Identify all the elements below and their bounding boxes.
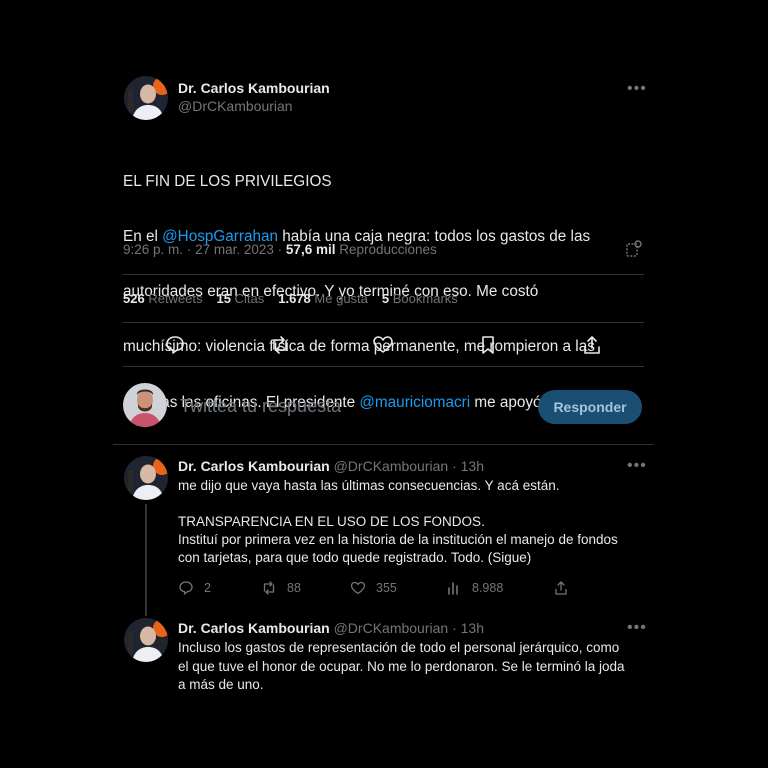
view-count: 8.988: [472, 581, 504, 595]
user-photo-icon: [123, 383, 167, 427]
quotes-stat[interactable]: 15 Citas: [217, 291, 265, 306]
retweets-stat[interactable]: 526 Retweets: [123, 291, 203, 306]
tweet-thread-panel: Dr. Carlos Kambourian @DrCKambourian •••…: [113, 66, 654, 706]
views-count: 57,6 mil: [285, 242, 336, 257]
heart-icon[interactable]: [372, 334, 394, 356]
reply-icon: [179, 581, 193, 595]
tweet-stats: 526 Retweets 15 Citas 1.678 Me gusta 5 B…: [123, 291, 458, 306]
author-photo-icon: [124, 76, 168, 120]
heart-icon: [350, 581, 366, 595]
author-name[interactable]: Dr. Carlos Kambourian: [178, 80, 330, 96]
divider: [123, 366, 644, 367]
thread-line: [145, 504, 147, 616]
reply-button[interactable]: Responder: [538, 390, 642, 424]
share-icon[interactable]: [581, 334, 603, 356]
retweet-count: 88: [287, 581, 301, 595]
like-action[interactable]: 355: [350, 580, 397, 596]
reply-text: me dijo que vaya hasta las últimas conse…: [178, 478, 618, 565]
retweet-icon[interactable]: [269, 334, 291, 356]
reply-action[interactable]: 2: [178, 580, 211, 596]
reply-age[interactable]: 13h: [461, 458, 484, 474]
analytics-icon[interactable]: [625, 240, 643, 258]
divider: [123, 274, 644, 275]
share-icon: [555, 581, 567, 595]
reply-author-handle[interactable]: @DrCKambourian: [334, 620, 449, 636]
views-bar-icon: [448, 582, 458, 595]
divider: [113, 444, 654, 445]
author-photo-icon: [124, 456, 168, 500]
retweet-icon: [263, 581, 275, 595]
reply-icon[interactable]: [164, 334, 186, 356]
reply-author-handle[interactable]: @DrCKambourian: [334, 458, 449, 474]
bookmarks-stat[interactable]: 5 Bookmarks: [382, 291, 458, 306]
likes-stat[interactable]: 1.678 Me gusta: [278, 291, 368, 306]
reply-input[interactable]: Twittea tu respuesta: [180, 396, 341, 417]
reply-age[interactable]: 13h: [461, 620, 484, 636]
divider: [123, 322, 644, 323]
reply-header: Dr. Carlos Kambourian @DrCKambourian · 1…: [178, 458, 484, 474]
views-action[interactable]: 8.988: [446, 580, 503, 596]
retweet-action[interactable]: 88: [261, 580, 301, 596]
reply-author-avatar[interactable]: [124, 456, 168, 500]
more-options-icon[interactable]: •••: [627, 81, 647, 97]
reply-count: 2: [204, 581, 211, 595]
reply-header: Dr. Carlos Kambourian @DrCKambourian · 1…: [178, 620, 484, 636]
views-label: Reproducciones: [339, 242, 437, 257]
more-options-icon[interactable]: •••: [627, 620, 647, 636]
more-options-icon[interactable]: •••: [627, 458, 647, 474]
user-avatar[interactable]: [123, 383, 167, 427]
reply-text: Incluso los gastos de representación de …: [178, 640, 625, 692]
tweet-date[interactable]: 27 mar. 2023: [195, 242, 274, 257]
share-action[interactable]: [553, 580, 569, 596]
author-avatar[interactable]: [124, 76, 168, 120]
like-count: 355: [376, 581, 397, 595]
tweet-meta: 9:26 p. m. · 27 mar. 2023 · 57,6 mil Rep…: [123, 242, 437, 257]
author-photo-icon: [124, 618, 168, 662]
author-handle[interactable]: @DrCKambourian: [178, 98, 293, 114]
reply-author-name[interactable]: Dr. Carlos Kambourian: [178, 620, 330, 636]
tweet-line: EL FIN DE LOS PRIVILEGIOS: [123, 172, 332, 190]
reply-author-name[interactable]: Dr. Carlos Kambourian: [178, 458, 330, 474]
mention-link[interactable]: @mauriciomacri: [359, 394, 470, 411]
tweet-time[interactable]: 9:26 p. m.: [123, 242, 183, 257]
bookmark-icon[interactable]: [477, 334, 499, 356]
reply-author-avatar[interactable]: [124, 618, 168, 662]
